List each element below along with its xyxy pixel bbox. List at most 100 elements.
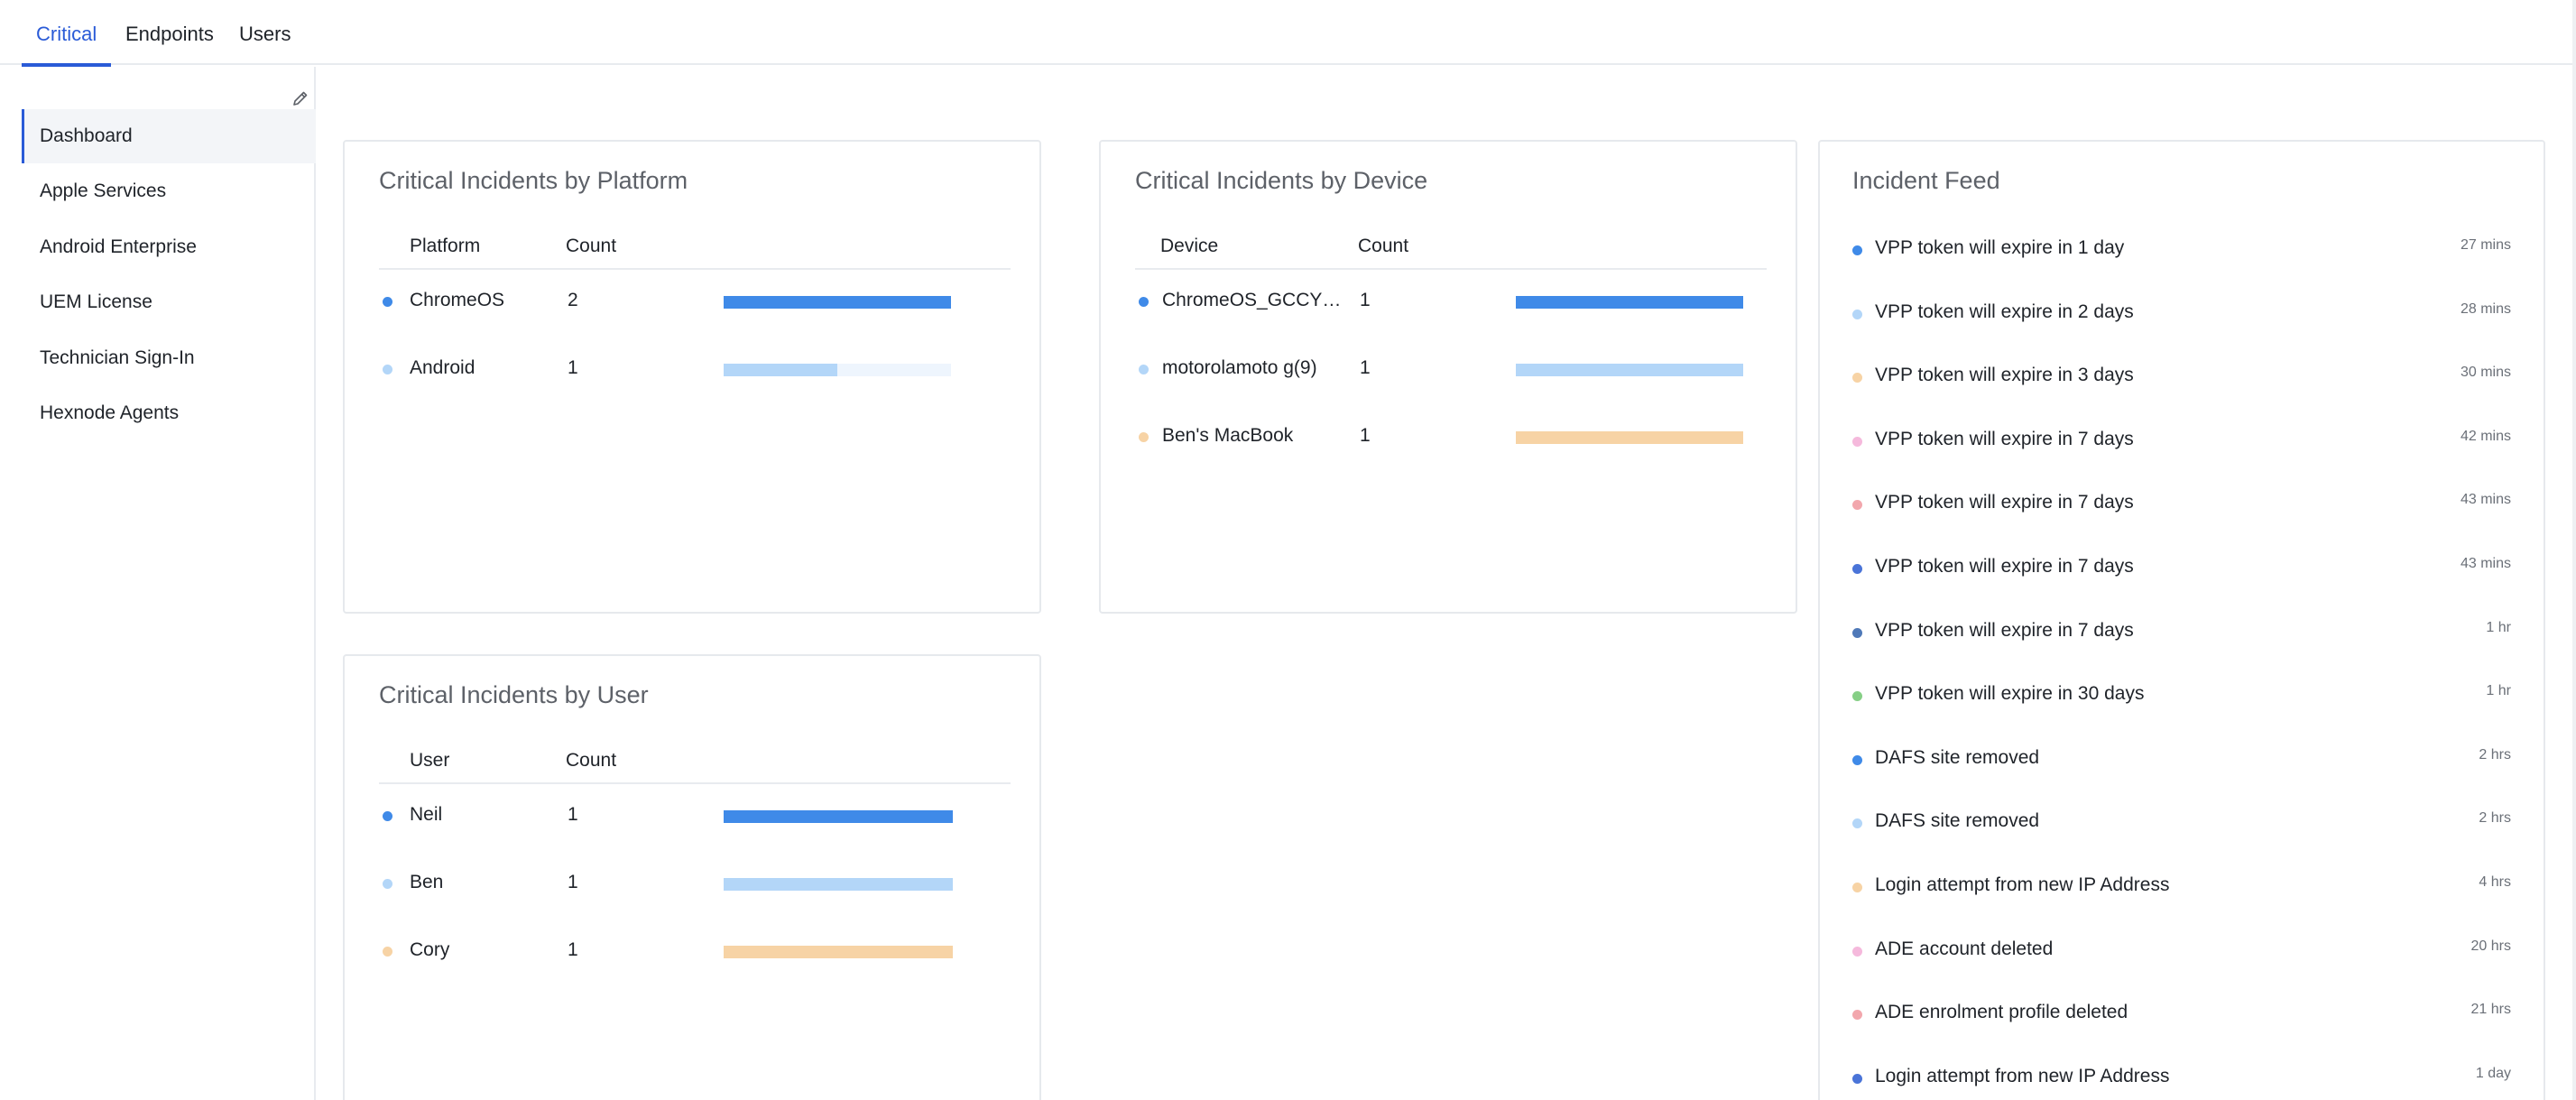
count-bar: [1516, 431, 1743, 444]
status-dot: [1852, 818, 1862, 829]
feed-item[interactable]: VPP token will expire in 3 days 30 mins: [1852, 359, 2511, 395]
feed-item[interactable]: DAFS site removed 2 hrs: [1852, 742, 2511, 778]
status-dot: [1852, 500, 1862, 511]
series-dot: [1139, 365, 1149, 374]
count-bar-fill: [724, 296, 951, 309]
feed-item[interactable]: VPP token will expire in 7 days 43 mins: [1852, 550, 2511, 587]
platform-count: 1: [568, 357, 578, 378]
feed-item[interactable]: Login attempt from new IP Address 4 hrs: [1852, 869, 2511, 905]
sidebar-item-android-enterprise[interactable]: Android Enterprise: [22, 220, 316, 274]
feed-item-text: VPP token will expire in 7 days: [1875, 556, 2134, 577]
feed-item-time: 4 hrs: [2479, 874, 2511, 890]
device-incidents-card: Critical Incidents by Device Device Coun…: [1099, 140, 1797, 614]
header-divider: [379, 782, 1011, 784]
tab-endpoints[interactable]: Endpoints: [111, 0, 228, 65]
feed-item-text: VPP token will expire in 7 days: [1875, 619, 2134, 641]
series-dot: [383, 879, 392, 889]
device-count: 1: [1360, 425, 1371, 446]
feed-item-text: VPP token will expire in 1 day: [1875, 237, 2125, 258]
series-dot: [383, 297, 392, 307]
incident-feed-card: Incident Feed VPP token will expire in 1…: [1818, 140, 2545, 1100]
column-header-count: Count: [566, 236, 617, 256]
column-header-count: Count: [566, 750, 617, 771]
series-dot: [383, 365, 392, 374]
series-dot: [383, 947, 392, 957]
pencil-icon[interactable]: [289, 87, 312, 110]
feed-item-text: ADE account deleted: [1875, 938, 2054, 959]
count-bar: [724, 296, 951, 309]
status-dot: [1852, 946, 1862, 957]
device-label: ChromeOS_GCCYL…: [1162, 290, 1343, 310]
device-label: Ben's MacBook: [1162, 425, 1294, 446]
feed-item-time: 27 mins: [2460, 237, 2511, 253]
platform-label: Android: [410, 357, 475, 378]
feed-item[interactable]: ADE enrolment profile deleted 21 hrs: [1852, 996, 2511, 1032]
feed-item-time: 30 mins: [2460, 365, 2511, 381]
status-dot: [1852, 883, 1862, 892]
sidebar-item-apple-services[interactable]: Apple Services: [22, 164, 316, 218]
feed-item-time: 1 hr: [2486, 619, 2511, 635]
sidebar-item-dashboard[interactable]: Dashboard: [22, 109, 316, 163]
count-bar-fill: [724, 946, 953, 958]
count-bar: [724, 946, 953, 958]
feed-item-text: DAFS site removed: [1875, 746, 2040, 768]
user-incidents-card: Critical Incidents by User User Count Ne…: [343, 654, 1041, 1100]
column-header-user: User: [410, 750, 450, 771]
feed-item[interactable]: VPP token will expire in 7 days 43 mins: [1852, 486, 2511, 522]
user-label: Cory: [410, 939, 450, 960]
card-title: Incident Feed: [1852, 167, 2000, 194]
card-title: Critical Incidents by Device: [1135, 167, 1428, 194]
platform-incidents-card: Critical Incidents by Platform Platform …: [343, 140, 1041, 614]
count-bar: [1516, 364, 1743, 376]
feed-item-text: ADE enrolment profile deleted: [1875, 1002, 2128, 1023]
top-tab-bar: Critical Endpoints Users: [0, 0, 2576, 67]
header-divider: [379, 268, 1011, 270]
status-dot: [1852, 1073, 1862, 1084]
series-dot: [1139, 297, 1149, 307]
status-dot: [1852, 627, 1862, 638]
series-dot: [383, 811, 392, 821]
count-bar: [724, 878, 953, 891]
user-count: 1: [568, 939, 578, 960]
count-bar: [1516, 296, 1743, 309]
header-divider: [1135, 268, 1767, 270]
feed-item-time: 43 mins: [2460, 556, 2511, 571]
feed-item-time: 42 mins: [2460, 428, 2511, 444]
feed-item-time: 20 hrs: [2470, 938, 2511, 954]
sidebar-item-hexnode-agents[interactable]: Hexnode Agents: [22, 386, 316, 440]
card-title: Critical Incidents by User: [379, 681, 649, 708]
user-count: 1: [568, 872, 578, 892]
series-dot: [1139, 432, 1149, 442]
status-dot: [1852, 691, 1862, 702]
status-dot: [1852, 373, 1862, 384]
status-dot: [1852, 309, 1862, 319]
sidebar-item-technician-sign-in[interactable]: Technician Sign-In: [22, 331, 316, 385]
feed-item-text: VPP token will expire in 2 days: [1875, 300, 2134, 322]
feed-item-text: VPP token will expire in 7 days: [1875, 428, 2134, 449]
feed-item[interactable]: Login attempt from new IP Address 1 day: [1852, 1060, 2511, 1096]
feed-item-time: 21 hrs: [2470, 1002, 2511, 1018]
user-count: 1: [568, 804, 578, 825]
tab-users[interactable]: Users: [225, 0, 305, 65]
sidebar-item-uem-license[interactable]: UEM License: [22, 275, 316, 329]
count-bar: [724, 364, 951, 376]
count-bar-fill: [1516, 296, 1743, 309]
tab-critical[interactable]: Critical: [22, 0, 112, 67]
feed-item-time: 28 mins: [2460, 300, 2511, 317]
platform-count: 2: [568, 290, 578, 310]
feed-item[interactable]: ADE account deleted 20 hrs: [1852, 933, 2511, 969]
feed-item[interactable]: VPP token will expire in 2 days 28 mins: [1852, 296, 2511, 332]
feed-item[interactable]: DAFS site removed 2 hrs: [1852, 805, 2511, 841]
device-count: 1: [1360, 357, 1371, 378]
status-dot: [1852, 754, 1862, 765]
count-bar-fill: [724, 878, 953, 891]
feed-item-text: Login attempt from new IP Address: [1875, 874, 2170, 895]
feed-item[interactable]: VPP token will expire in 1 day 27 mins: [1852, 232, 2511, 268]
count-bar-fill: [1516, 431, 1743, 444]
feed-item[interactable]: VPP token will expire in 7 days 1 hr: [1852, 615, 2511, 651]
feed-item-time: 1 hr: [2486, 683, 2511, 699]
feed-item[interactable]: VPP token will expire in 30 days 1 hr: [1852, 678, 2511, 714]
feed-item[interactable]: VPP token will expire in 7 days 42 mins: [1852, 423, 2511, 459]
feed-item-text: DAFS site removed: [1875, 810, 2040, 832]
feed-item-text: VPP token will expire in 7 days: [1875, 492, 2134, 513]
